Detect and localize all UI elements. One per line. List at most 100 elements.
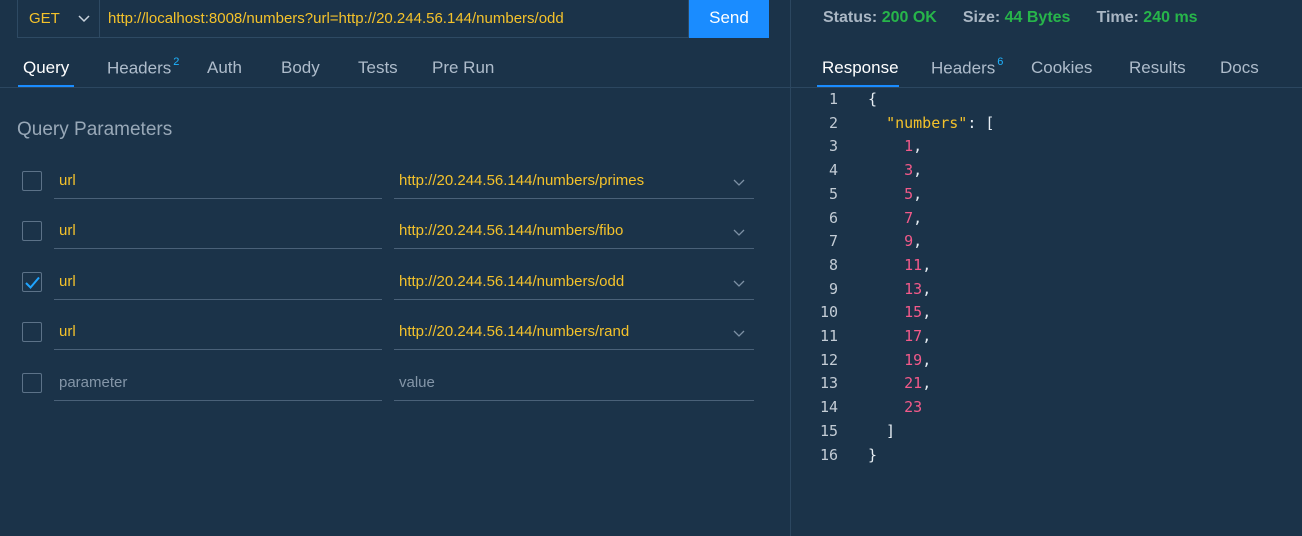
query-param-row: url http://20.244.56.144/numbers/primes <box>0 160 790 210</box>
code-text: "numbers": [ <box>886 113 995 132</box>
code-text: 13, <box>904 279 932 298</box>
param-checkbox[interactable] <box>22 373 42 393</box>
tab-label: Auth <box>207 58 242 77</box>
param-value-input[interactable]: http://20.244.56.144/numbers/fibo <box>394 221 754 249</box>
code-text: ] <box>868 421 896 440</box>
headers-count-badge: 6 <box>997 56 1004 68</box>
code-text: 15, <box>904 303 932 322</box>
line-number: 12 <box>819 350 838 369</box>
code-line: 14 23 <box>800 398 922 422</box>
code-text: 21, <box>904 374 932 393</box>
code-line: 8 11, <box>800 256 931 280</box>
line-number: 11 <box>819 327 838 345</box>
tab-pre-run[interactable]: Pre Run <box>432 58 494 78</box>
param-key-input[interactable]: url <box>54 272 382 300</box>
code-text: 19, <box>904 350 932 369</box>
query-parameters-title: Query Parameters <box>17 119 173 140</box>
line-number: 3 <box>828 137 838 156</box>
tab-body[interactable]: Body <box>281 58 320 78</box>
tab-response[interactable]: Response <box>822 58 899 78</box>
request-tabs: Query Headers 2 Auth Body Tests Pre Run <box>0 48 790 88</box>
url-input[interactable]: http://localhost:8008/numbers?url=http:/… <box>99 0 689 38</box>
app-window: GET http://localhost:8008/numbers?url=ht… <box>0 0 1302 536</box>
chevron-down-icon[interactable] <box>732 175 746 195</box>
tabs-divider <box>0 87 790 88</box>
line-number: 9 <box>828 279 838 298</box>
param-value-text: http://20.244.56.144/numbers/fibo <box>399 222 624 239</box>
line-number: 13 <box>819 374 838 393</box>
line-number: 5 <box>828 184 838 203</box>
new-param-key-input[interactable]: parameter <box>54 373 382 401</box>
new-param-row: parameter value <box>0 362 790 412</box>
param-value-input[interactable]: http://20.244.56.144/numbers/rand <box>394 322 754 350</box>
tab-headers[interactable]: Headers 2 <box>107 56 180 79</box>
status-info: Status: 200 OK <box>823 9 937 27</box>
chevron-down-icon[interactable] <box>732 276 746 296</box>
param-key-input[interactable]: url <box>54 221 382 249</box>
param-checkbox[interactable] <box>22 221 42 241</box>
code-text: 9, <box>904 232 923 251</box>
line-number: 6 <box>828 208 838 227</box>
code-text: 3, <box>904 161 923 180</box>
code-text: 23 <box>904 398 923 417</box>
param-value-input[interactable]: http://20.244.56.144/numbers/odd <box>394 272 754 300</box>
tab-docs[interactable]: Docs <box>1220 58 1259 78</box>
param-value-text: http://20.244.56.144/numbers/odd <box>399 273 625 290</box>
param-value-input[interactable]: http://20.244.56.144/numbers/primes <box>394 171 754 199</box>
tab-label: Pre Run <box>432 58 495 77</box>
code-line: 16} <box>800 446 877 470</box>
query-param-row: url http://20.244.56.144/numbers/rand <box>0 311 790 361</box>
chevron-down-icon <box>77 12 91 30</box>
param-checkbox-checked[interactable] <box>22 272 42 292</box>
tab-query[interactable]: Query <box>23 58 69 78</box>
headers-count-badge: 2 <box>173 56 180 68</box>
code-text: 11, <box>904 255 932 274</box>
send-button[interactable]: Send <box>689 0 769 38</box>
param-checkbox[interactable] <box>22 171 42 191</box>
tab-cookies[interactable]: Cookies <box>1031 58 1092 78</box>
chevron-down-icon[interactable] <box>732 225 746 245</box>
tabs-divider <box>791 87 1302 88</box>
tab-label: Headers <box>931 58 996 78</box>
tab-label: Response <box>822 58 899 77</box>
time-info: Time: 240 ms <box>1096 9 1197 27</box>
line-number: 15 <box>819 421 838 440</box>
chevron-down-icon[interactable] <box>732 326 746 346</box>
tab-results[interactable]: Results <box>1129 58 1186 78</box>
line-number: 2 <box>828 113 838 132</box>
code-line: 3 1, <box>800 137 922 161</box>
code-line: 2 "numbers": [ <box>800 113 994 138</box>
tab-auth[interactable]: Auth <box>207 58 242 78</box>
code-text: 7, <box>904 208 923 227</box>
method-label: GET <box>29 9 60 27</box>
code-text: { <box>868 90 878 108</box>
code-line: 10 15, <box>800 303 931 327</box>
query-param-row: url http://20.244.56.144/numbers/fibo <box>0 210 790 260</box>
code-text: 5, <box>904 184 923 203</box>
code-line: 7 9, <box>800 232 922 256</box>
size-value: 44 Bytes <box>1004 9 1071 26</box>
tab-response-headers[interactable]: Headers 6 <box>931 56 1004 79</box>
size-label: Size: <box>962 9 1001 26</box>
code-line: 5 5, <box>800 184 922 209</box>
response-tabs: Response Headers 6 Cookies Results Docs <box>791 48 1302 88</box>
tab-label: Body <box>281 58 320 77</box>
time-value: 240 ms <box>1143 9 1198 26</box>
code-text: } <box>868 445 878 464</box>
size-info: Size: 44 Bytes <box>963 9 1071 27</box>
code-line: 4 3, <box>800 161 922 185</box>
param-key-input[interactable]: url <box>54 322 382 350</box>
checkmark-icon <box>25 276 40 289</box>
param-key-input[interactable]: url <box>54 171 382 199</box>
status-label: Status: <box>823 9 878 26</box>
line-number: 7 <box>828 232 838 251</box>
param-checkbox[interactable] <box>22 322 42 342</box>
code-line: 1{ <box>800 90 877 114</box>
code-line: 15 ] <box>800 421 895 446</box>
new-param-value-input[interactable]: value <box>394 373 754 401</box>
tab-tests[interactable]: Tests <box>358 58 398 78</box>
time-label: Time: <box>1096 9 1139 26</box>
param-value-text: http://20.244.56.144/numbers/primes <box>399 172 645 189</box>
param-value-text: http://20.244.56.144/numbers/rand <box>399 323 630 340</box>
method-select[interactable]: GET <box>17 0 99 38</box>
